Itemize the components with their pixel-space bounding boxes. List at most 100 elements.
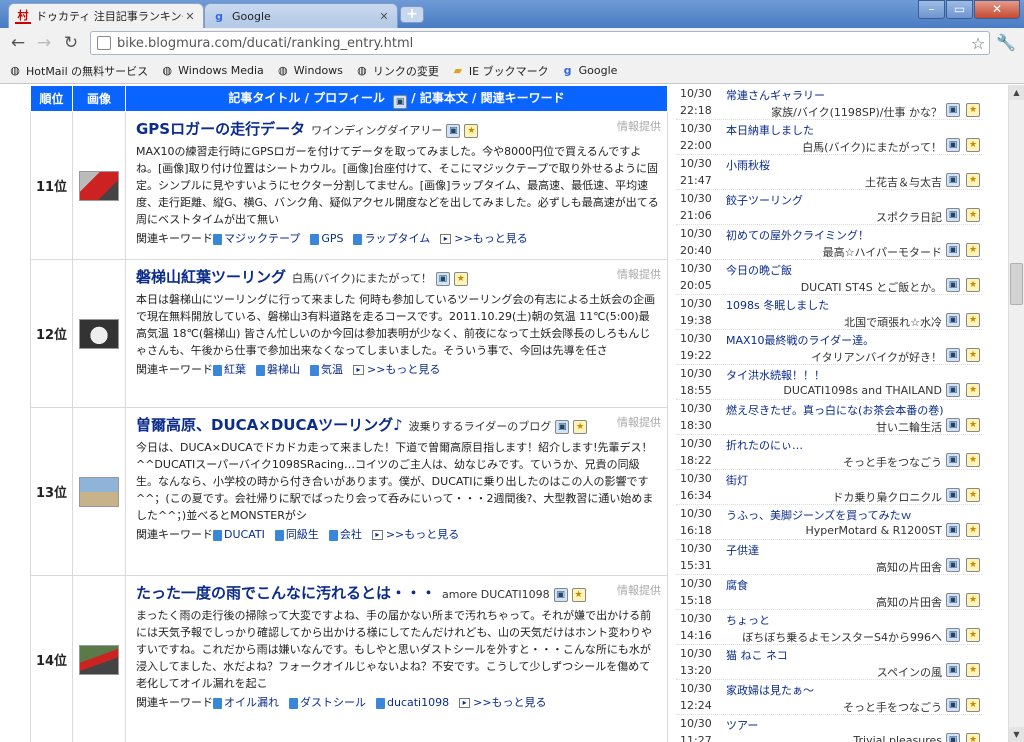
bookmark-google[interactable]: g Google xyxy=(561,64,618,78)
reload-icon[interactable]: ↻ xyxy=(61,33,81,53)
favorite-star-icon[interactable]: ★ xyxy=(573,419,588,434)
blog-profile-icon[interactable]: ▣ xyxy=(555,419,570,434)
post-title-link[interactable]: 1098s 冬眠しました xyxy=(726,297,829,313)
post-blog-link[interactable]: 高知の片田舎 xyxy=(876,594,942,610)
post-title-link[interactable]: 常連さんギャラリー xyxy=(726,87,825,103)
favorite-star-icon[interactable]: ★ xyxy=(453,271,468,286)
post-blog-link[interactable]: DUCATI ST4S とご飯とか。 xyxy=(801,279,942,295)
favorite-star-icon[interactable]: ★ xyxy=(966,348,980,362)
more-link[interactable]: ▸ >>もっと見る xyxy=(459,694,547,710)
post-blog-link[interactable]: そっと手をつなごう xyxy=(843,699,942,715)
wrench-menu-icon[interactable]: 🔧 xyxy=(996,33,1016,53)
post-blog-link[interactable]: 高知の片田舎 xyxy=(876,559,942,575)
blog-profile-icon[interactable]: ▣ xyxy=(553,587,568,602)
scrollbar-thumb[interactable] xyxy=(1010,263,1023,305)
keyword-link[interactable]: 同級生 xyxy=(274,526,319,542)
post-blog-link[interactable]: 家族/バイク(1198SP)/仕事 かな？ xyxy=(771,104,942,120)
post-title-link[interactable]: 家政婦は見たぁ〜 xyxy=(726,682,814,698)
entry-title-link[interactable]: GPSロガーの走行データ xyxy=(136,120,305,138)
keyword-link[interactable]: 会社 xyxy=(328,526,362,542)
more-link[interactable]: ▸ >>もっと見る xyxy=(440,230,528,246)
post-blog-link[interactable]: Trivial pleasures xyxy=(853,734,942,742)
favorite-star-icon[interactable]: ★ xyxy=(966,418,980,432)
blog-profile-icon[interactable]: ▣ xyxy=(946,698,960,712)
new-tab-button[interactable]: + xyxy=(400,6,424,23)
scroll-down-icon[interactable]: ▼ xyxy=(1009,727,1024,742)
post-title-link[interactable]: 燃え尽きたぜ。真っ白にな(お茶会本番の巻) xyxy=(726,402,944,418)
favorite-star-icon[interactable]: ★ xyxy=(966,313,980,327)
keyword-link[interactable]: 紅葉 xyxy=(213,361,246,377)
favorite-star-icon[interactable]: ★ xyxy=(966,103,980,117)
favorite-star-icon[interactable]: ★ xyxy=(966,383,980,397)
favorite-star-icon[interactable]: ★ xyxy=(966,663,980,677)
thumbnail-image[interactable] xyxy=(79,170,119,201)
favorite-star-icon[interactable]: ★ xyxy=(966,698,980,712)
favorite-star-icon[interactable]: ★ xyxy=(966,453,980,467)
blog-name-link[interactable]: 白馬(バイク)にまたがって！ xyxy=(292,272,432,285)
bookmark-windows[interactable]: ◍ Windows xyxy=(276,64,343,78)
blog-profile-icon[interactable]: ▣ xyxy=(946,138,960,152)
post-blog-link[interactable]: ぼちぼち乗るよモンスターS4から996へ xyxy=(742,629,942,645)
favorite-star-icon[interactable]: ★ xyxy=(464,123,479,138)
favorite-star-icon[interactable]: ★ xyxy=(966,173,980,187)
keyword-link[interactable]: DUCATI xyxy=(213,528,265,541)
post-title-link[interactable]: 今日の晩ご飯 xyxy=(726,262,792,278)
blog-profile-icon[interactable]: ▣ xyxy=(946,663,960,677)
thumbnail-image[interactable] xyxy=(79,318,119,349)
maximize-button[interactable]: ▭ xyxy=(946,0,973,19)
blog-profile-icon[interactable]: ▣ xyxy=(946,453,960,467)
entry-title-link[interactable]: たった一度の雨でこんなに汚れるとは・・・ xyxy=(136,584,436,602)
post-title-link[interactable]: 街灯 xyxy=(726,472,748,488)
blog-profile-icon[interactable]: ▣ xyxy=(946,103,960,117)
blog-profile-icon[interactable]: ▣ xyxy=(946,208,960,222)
favorite-star-icon[interactable]: ★ xyxy=(966,488,980,502)
post-title-link[interactable]: 餃子ツーリング xyxy=(726,192,803,208)
post-blog-link[interactable]: 最高☆ハイパーモタード xyxy=(823,244,942,260)
close-window-button[interactable]: ✕ xyxy=(974,0,1020,19)
blog-profile-icon[interactable]: ▣ xyxy=(946,348,960,362)
post-title-link[interactable]: 初めての屋外クライミング！ xyxy=(726,227,869,243)
post-blog-link[interactable]: ドカ乗り梟クロニクル xyxy=(832,489,942,505)
favorite-star-icon[interactable]: ★ xyxy=(966,628,980,642)
blog-profile-icon[interactable]: ▣ xyxy=(946,278,960,292)
blog-profile-icon[interactable]: ▣ xyxy=(946,593,960,607)
blog-profile-icon[interactable]: ▣ xyxy=(946,313,960,327)
favorite-star-icon[interactable]: ★ xyxy=(966,278,980,292)
post-blog-link[interactable]: イタリアンバイクが好き！ xyxy=(811,349,942,365)
post-blog-link[interactable]: そっと手をつなごう xyxy=(843,454,942,470)
bookmark-star-icon[interactable]: ☆ xyxy=(967,34,989,53)
tab-google[interactable]: g Google ✕ xyxy=(204,3,398,28)
favorite-star-icon[interactable]: ★ xyxy=(966,138,980,152)
blog-profile-icon[interactable]: ▣ xyxy=(946,523,960,537)
keyword-link[interactable]: 気温 xyxy=(310,361,343,377)
favorite-star-icon[interactable]: ★ xyxy=(966,558,980,572)
blog-profile-icon[interactable]: ▣ xyxy=(435,271,450,286)
blog-profile-icon[interactable]: ▣ xyxy=(446,123,461,138)
more-link[interactable]: ▸ >>もっと見る xyxy=(371,526,459,542)
minimize-button[interactable]: – xyxy=(918,0,945,19)
blog-profile-icon[interactable]: ▣ xyxy=(946,733,960,742)
bookmark-ie-folder[interactable]: ▰ IE ブックマーク xyxy=(451,63,549,79)
blog-profile-icon[interactable]: ▣ xyxy=(946,558,960,572)
post-title-link[interactable]: 腐食 xyxy=(726,577,748,593)
post-blog-link[interactable]: HyperMotard & R1200ST xyxy=(805,524,942,537)
post-blog-link[interactable]: DUCATI1098s and THAILAND xyxy=(783,384,942,397)
keyword-link[interactable]: ダストシール xyxy=(289,694,366,710)
blog-profile-icon[interactable]: ▣ xyxy=(946,628,960,642)
entry-title-link[interactable]: 磐梯山紅葉ツーリング xyxy=(136,268,286,286)
post-title-link[interactable]: タイ洪水続報！！！ xyxy=(726,367,825,383)
keyword-link[interactable]: ラップタイム xyxy=(353,230,430,246)
address-bar[interactable]: ☆ xyxy=(90,31,990,55)
post-title-link[interactable]: ちょっと xyxy=(726,612,770,628)
bookmark-links[interactable]: ◍ リンクの変更 xyxy=(355,63,439,79)
favorite-star-icon[interactable]: ★ xyxy=(966,593,980,607)
favorite-star-icon[interactable]: ★ xyxy=(966,523,980,537)
post-title-link[interactable]: ツアー xyxy=(726,717,758,733)
tab-close-icon[interactable]: ✕ xyxy=(377,10,391,23)
post-title-link[interactable]: MAX10最終戦のライダー達。 xyxy=(726,332,874,348)
favorite-star-icon[interactable]: ★ xyxy=(571,587,586,602)
back-icon[interactable]: ← xyxy=(8,33,28,53)
post-blog-link[interactable]: スペインの風 xyxy=(877,664,942,680)
forward-icon[interactable]: → xyxy=(34,33,54,53)
blog-profile-icon[interactable]: ▣ xyxy=(946,488,960,502)
